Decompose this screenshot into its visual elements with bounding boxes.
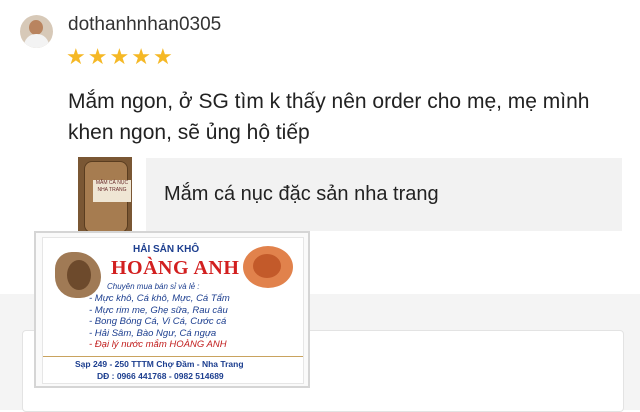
user-avatar[interactable] (20, 15, 53, 48)
dried-fish-detail (67, 260, 91, 290)
shrimp-detail (253, 254, 281, 278)
card-line: - Bong Bóng Cá, Vi Cá, Cước cá (89, 316, 227, 327)
business-card: HẢI SẢN KHÔ HOÀNG ANH Chuyên mua bán sỉ … (42, 237, 304, 384)
jar-label: MẮM CÁ NỤC NHA TRANG (93, 180, 131, 202)
star-icon: ★ (131, 45, 151, 70)
review-text: Mắm ngon, ở SG tìm k thấy nên order cho … (68, 90, 590, 144)
card-address: Sạp 249 - 250 TTTM Chợ Đầm - Nha Trang (75, 359, 244, 369)
star-icon: ★ (87, 45, 108, 70)
star-icon: ★ (109, 45, 130, 70)
product-thumbnail[interactable]: MẮM CÁ NỤC NHA TRANG (78, 157, 132, 233)
jar-image: MẮM CÁ NỤC NHA TRANG (84, 161, 131, 233)
card-brand: HOÀNG ANH (111, 257, 240, 279)
review-photo[interactable]: HẢI SẢN KHÔ HOÀNG ANH Chuyên mua bán sỉ … (36, 233, 308, 386)
card-line: - Đại lý nước mắm HOÀNG ANH (89, 339, 227, 350)
card-line: - Mực rim me, Ghẹ sữa, Rau câu (89, 304, 228, 316)
card-phone: DĐ : 0966 441768 - 0982 514689 (97, 371, 224, 381)
avatar-face (29, 20, 43, 35)
card-line: - Mực khô, Cá khô, Mực, Cá Tẩm (89, 293, 230, 304)
rating-stars: ★ ★ ★ ★ ★ (66, 47, 173, 69)
card-product-list: - Mực khô, Cá khô, Mực, Cá Tẩm - Mực rim… (89, 293, 230, 351)
card-category: HẢI SẢN KHÔ (133, 244, 200, 255)
product-name: Mắm cá nục đặc sản nha trang (164, 183, 439, 205)
product-link-card[interactable]: Mắm cá nục đặc sản nha trang (146, 158, 622, 231)
avatar-shirt (24, 34, 49, 48)
reviewer-username[interactable]: dothanhnhan0305 (68, 14, 221, 36)
card-divider (43, 356, 303, 357)
star-icon: ★ (66, 45, 86, 70)
card-subtitle: Chuyên mua bán sỉ và lẻ : (107, 282, 200, 291)
card-line: - Hải Sâm, Bào Ngư, Cá ngựa (89, 327, 217, 339)
star-icon: ★ (152, 45, 173, 70)
